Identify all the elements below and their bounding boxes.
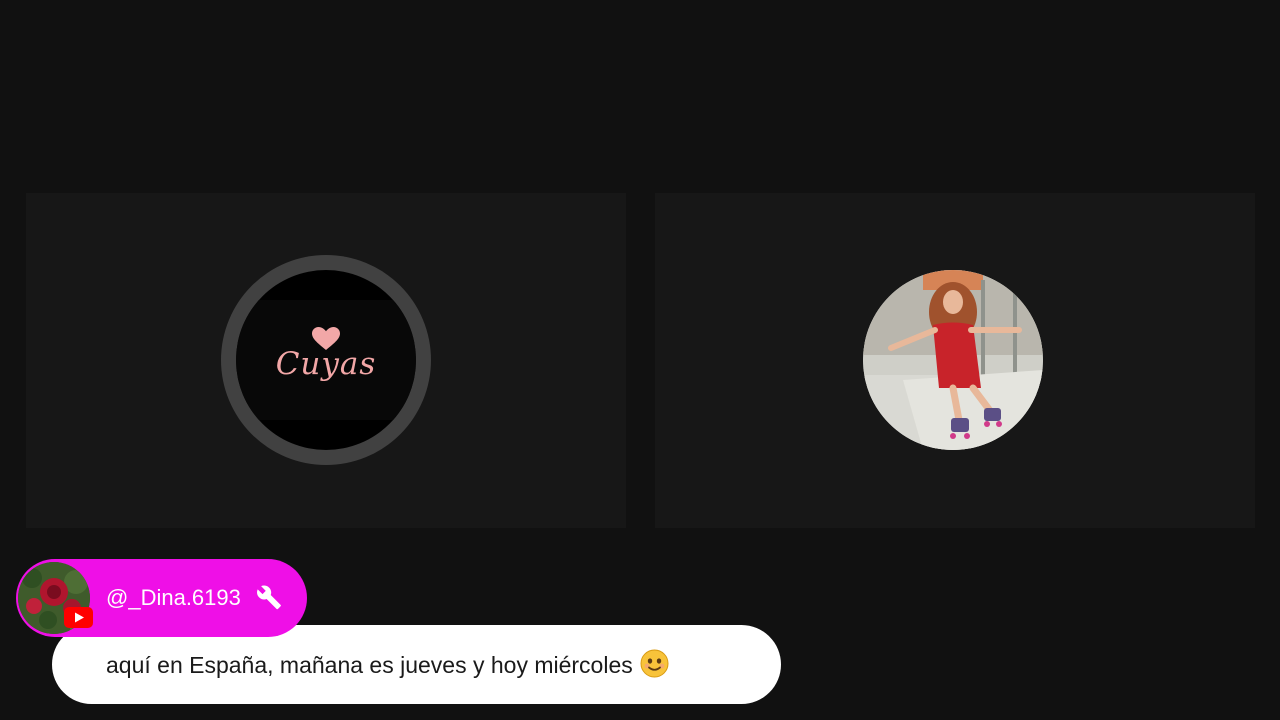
chat-username: @_Dina.6193 (106, 585, 241, 610)
participant-tile-cuyas[interactable]: Cuyas (26, 193, 626, 528)
chat-message-text: aquí en España, mañana es jueves y hoy m… (106, 649, 669, 679)
chat-author-pill: @_Dina.6193 (16, 559, 307, 637)
speaker-ring: Cuyas (221, 255, 431, 465)
participant-tile-skater[interactable] (655, 193, 1255, 528)
cuyas-logo-text: Cuyas (275, 346, 377, 382)
skater-avatar (863, 270, 1043, 450)
stream-stage: Cuyas aquí en España, mañana es jueves y… (0, 0, 1280, 720)
youtube-icon (64, 607, 93, 628)
wrench-icon (257, 585, 281, 610)
cuyas-avatar: Cuyas (236, 270, 416, 450)
smiling-face-icon (640, 649, 669, 678)
